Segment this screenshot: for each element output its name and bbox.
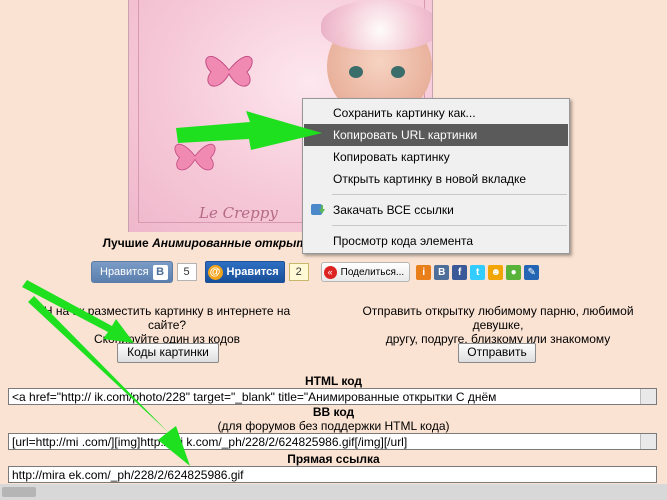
share-icon: « [323,265,337,279]
menu-open-image-new-tab[interactable]: Открыть картинку в новой вкладке [304,168,568,190]
moi-mir-icon[interactable]: ☻ [488,264,504,280]
menu-save-image[interactable]: Сохранить картинку как... [304,102,568,124]
context-menu: Сохранить картинку как... Копировать URL… [302,98,570,254]
share-icons: i В f t ☻ ● ✎ [416,264,542,280]
bb-code-value: [url=http://mi .com/][img]http://mi k.co… [12,435,408,449]
butterfly-icon [205,56,253,87]
send-instructions: Отправить открытку любимому парню, любим… [336,304,660,346]
bb-code-title: BB код [312,405,355,419]
share-label: Поделиться... [340,266,405,278]
mail-at-icon: @ [207,264,223,280]
embed-line-1: Н на ак разместить картинку в интернете … [43,304,291,318]
menu-download-all-links-label: Закачать ВСЕ ссылки [333,203,454,217]
share-button[interactable]: « Поделиться... [320,262,411,282]
liveinternet-icon[interactable]: ● [506,264,522,280]
facebook-icon[interactable]: f [452,264,468,280]
menu-copy-image-url[interactable]: Копировать URL картинки [304,124,568,146]
scrollbar-thumb[interactable] [2,487,36,497]
social-bar: Нравится В 5 @ Нравится 2 « Поделиться..… [91,261,542,283]
bb-code-field[interactable]: [url=http://mi .com/][img]http://mi k.co… [8,433,657,450]
html-code-value: <a href="http:// ik.com/photo/228" targe… [12,390,497,404]
direct-link-field[interactable]: http://mira ek.com/_ph/228/2/624825986.g… [8,466,657,483]
vk-like-button[interactable]: Нравится В [91,261,173,283]
menu-separator [332,225,567,226]
embed-line-2: сайте? [147,318,187,332]
mail-like-button[interactable]: @ Нравится [204,261,285,283]
mail-like-count: 2 [288,263,309,281]
baby-eye-right [391,66,405,78]
flower-headband [321,0,432,50]
send-line-2: девушке, [472,318,524,332]
caption-italic: Анимированные открыт [152,236,308,250]
odnoklassniki-icon[interactable]: i [416,264,432,280]
baby-eye-left [349,66,363,78]
vk-icon: В [152,264,168,280]
mail-like-label: Нравится [226,266,279,278]
menu-inspect-element[interactable]: Просмотр кода элемента [304,230,568,252]
image-codes-button[interactable]: Коды картинки [117,343,219,363]
html-code-title: HTML код [304,374,363,388]
image-signature: Le Creppy [199,204,278,222]
caption-prefix: Лучшие [102,236,153,250]
direct-link-value: http://mira ek.com/_ph/228/2/624825986.g… [12,468,244,482]
menu-separator [332,194,567,195]
twitter-icon[interactable]: t [470,264,486,280]
direct-link-title: Прямая ссылка [287,452,380,466]
html-code-scrollbar[interactable] [640,389,656,404]
embed-instructions: Н на ак разместить картинку в интернете … [8,304,326,346]
menu-copy-image[interactable]: Копировать картинку [304,146,568,168]
vk-like-count: 5 [176,263,197,281]
menu-download-all-links[interactable]: Закачать ВСЕ ссылки [304,199,568,221]
vkontakte-icon[interactable]: В [434,264,450,280]
html-code-field[interactable]: <a href="http:// ik.com/photo/228" targe… [8,388,657,405]
send-button[interactable]: Отправить [458,343,536,363]
butterfly-icon [174,143,216,171]
send-line-1: Отправить открытку любимому парню, любим… [362,304,634,318]
download-icon [311,204,325,215]
bb-code-subtitle: (для форумов без поддержки HTML кода) [217,419,450,433]
horizontal-scrollbar[interactable] [0,484,667,500]
vk-like-label: Нравится [100,266,149,278]
livejournal-icon[interactable]: ✎ [524,264,540,280]
bb-code-scrollbar[interactable] [640,434,656,449]
